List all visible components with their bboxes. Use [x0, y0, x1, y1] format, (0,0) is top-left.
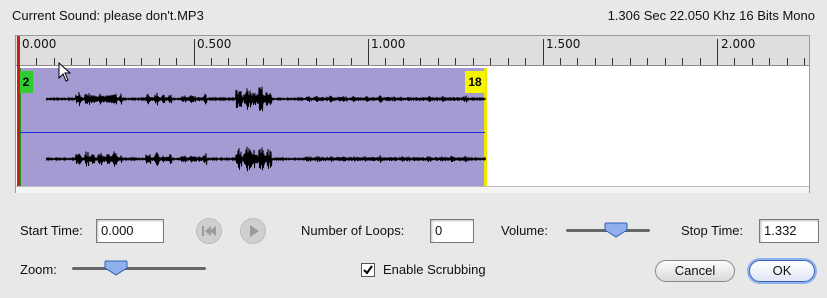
ruler-minor-tick: [490, 58, 492, 65]
start-time-field[interactable]: 0.000: [96, 219, 164, 243]
ruler-minor-tick: [298, 58, 300, 65]
play-icon: [250, 225, 259, 237]
ruler-minor-tick: [437, 58, 439, 65]
ruler-minor-tick: [472, 58, 474, 65]
ruler-minor-tick: [402, 58, 404, 65]
ruler-minor-tick: [455, 58, 457, 65]
volume-label: Volume:: [501, 223, 548, 238]
volume-slider-thumb[interactable]: [603, 222, 629, 238]
ruler-minor-tick: [123, 58, 125, 65]
ruler-major-tick: [717, 39, 718, 65]
ruler-minor-tick: [804, 58, 806, 65]
ruler-minor-tick: [228, 58, 230, 65]
center-line: [19, 132, 485, 133]
header-bar: Current Sound: please don't.MP3 1.306 Se…: [0, 0, 827, 32]
ruler-minor-tick: [210, 58, 212, 65]
ruler-minor-tick: [420, 58, 422, 65]
zoom-slider-track: [72, 267, 206, 270]
enable-scrubbing-checkbox[interactable]: [361, 263, 375, 277]
sound-info-label: 1.306 Sec 22.050 Khz 16 Bits Mono: [607, 8, 815, 23]
ruler-minor-tick: [280, 58, 282, 65]
cancel-button[interactable]: Cancel: [655, 260, 735, 282]
playhead[interactable]: [17, 36, 20, 188]
waveform-bottom: [46, 146, 486, 172]
ruler-minor-tick: [734, 58, 736, 65]
time-ruler[interactable]: 0.000 0.500 1.000 1.500 2.000: [16, 36, 809, 66]
checkmark-icon: [363, 265, 373, 275]
ruler-minor-tick: [158, 58, 160, 65]
play-button[interactable]: [240, 218, 266, 244]
selection-start-marker[interactable]: 2: [19, 71, 33, 93]
ruler-major-tick: [368, 39, 369, 65]
ruler-major-tick: [193, 39, 195, 65]
ruler-minor-tick: [629, 58, 631, 65]
waveform-top: [46, 86, 486, 112]
ruler-minor-tick: [88, 58, 90, 65]
ruler-minor-tick: [769, 58, 771, 65]
ruler-minor-tick: [176, 58, 178, 65]
loops-field[interactable]: 0: [430, 219, 474, 243]
ruler-minor-tick: [53, 58, 55, 65]
enable-scrubbing-label[interactable]: Enable Scrubbing: [383, 262, 486, 277]
ruler-minor-tick: [682, 58, 684, 65]
ruler-minor-tick: [106, 58, 108, 65]
ruler-minor-tick: [263, 58, 265, 65]
ruler-minor-tick: [664, 58, 666, 65]
ruler-label: 1.000: [371, 37, 406, 51]
ruler-minor-tick: [647, 58, 649, 65]
editor-bottom-strip: [16, 186, 809, 193]
ruler-minor-tick: [350, 58, 352, 65]
stop-time-label: Stop Time:: [681, 223, 744, 238]
ruler-minor-tick: [559, 58, 561, 65]
ruler-minor-tick: [699, 58, 701, 65]
current-sound-label: Current Sound: please don't.MP3: [12, 8, 204, 23]
ruler-minor-tick: [786, 58, 788, 65]
ruler-minor-tick: [333, 58, 335, 65]
ruler-label: 1.500: [546, 37, 581, 51]
ruler-minor-tick: [751, 58, 753, 65]
mouse-pointer-icon: [58, 62, 72, 82]
ruler-minor-tick: [577, 58, 579, 65]
loops-label: Number of Loops:: [301, 223, 405, 238]
waveform-editor[interactable]: 0.000 0.500 1.000 1.500 2.000 2 18: [15, 35, 810, 193]
ruler-minor-tick: [612, 58, 614, 65]
ruler-minor-tick: [141, 58, 143, 65]
volume-slider[interactable]: [566, 222, 650, 238]
ok-button[interactable]: OK: [749, 260, 815, 282]
ruler-minor-tick: [315, 58, 317, 65]
ruler-minor-tick: [245, 58, 247, 65]
ruler-minor-tick: [525, 58, 527, 65]
ruler-label: 2.000: [721, 37, 756, 51]
zoom-slider[interactable]: [72, 260, 206, 276]
ruler-minor-tick: [36, 58, 38, 65]
ruler-label: 0.000: [22, 37, 57, 51]
ruler-minor-tick: [507, 58, 509, 65]
zoom-slider-thumb[interactable]: [103, 260, 129, 276]
ruler-label: 0.500: [197, 37, 232, 51]
ruler-major-tick: [542, 39, 544, 65]
ruler-minor-tick: [385, 58, 387, 65]
ruler-minor-tick: [594, 58, 596, 65]
rewind-button[interactable]: [196, 218, 222, 244]
rewind-icon: [202, 226, 216, 236]
start-time-label: Start Time:: [20, 223, 83, 238]
zoom-label: Zoom:: [20, 262, 57, 277]
stop-time-field[interactable]: 1.332: [759, 219, 819, 243]
